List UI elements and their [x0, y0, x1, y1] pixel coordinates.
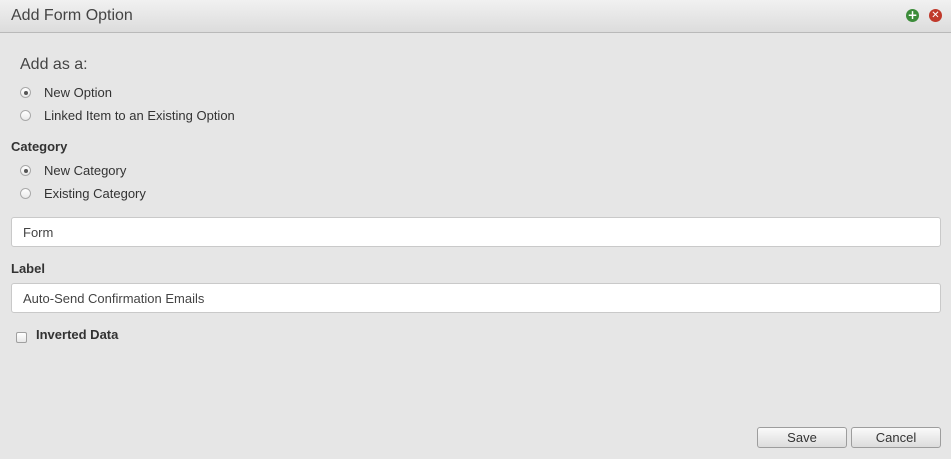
inverted-data-label: Inverted Data: [36, 327, 119, 342]
radio-button[interactable]: [20, 188, 31, 199]
radio-button[interactable]: [20, 165, 31, 176]
inverted-data-checkbox[interactable]: [16, 332, 27, 343]
radio-button[interactable]: [20, 87, 31, 98]
dialog-titlebar: Add Form Option + ✕: [0, 0, 951, 33]
radio-label: Linked Item to an Existing Option: [44, 108, 235, 123]
close-icon[interactable]: ✕: [929, 9, 942, 22]
label-heading: Label: [11, 261, 45, 276]
label-input[interactable]: [11, 283, 941, 313]
cancel-button[interactable]: Cancel: [851, 427, 941, 448]
add-as-heading: Add as a:: [20, 56, 88, 73]
radio-label: New Category: [44, 163, 127, 178]
save-button[interactable]: Save: [757, 427, 847, 448]
plus-circle-icon[interactable]: +: [906, 9, 919, 22]
radio-label: Existing Category: [44, 186, 146, 201]
category-input[interactable]: [11, 217, 941, 247]
category-heading: Category: [11, 139, 68, 154]
dialog-title: Add Form Option: [11, 7, 133, 24]
radio-button[interactable]: [20, 110, 31, 121]
radio-label: New Option: [44, 85, 112, 100]
